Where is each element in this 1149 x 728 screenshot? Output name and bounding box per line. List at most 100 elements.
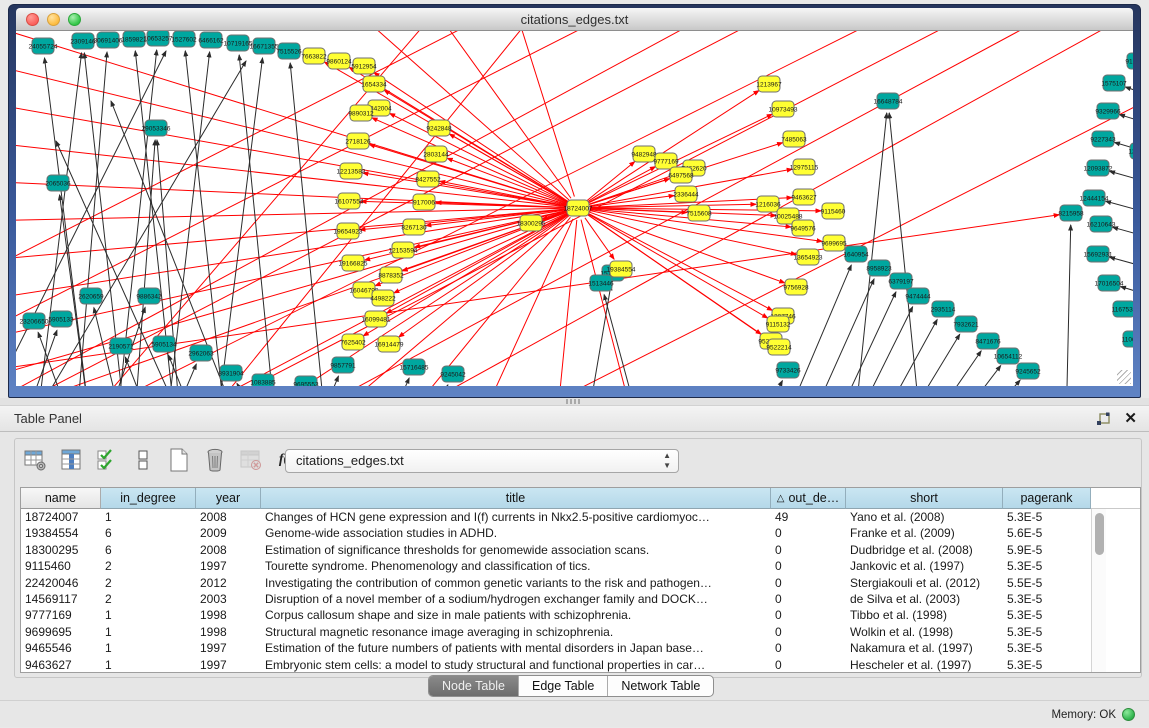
graph-node[interactable]: 1167531 [1112, 301, 1133, 317]
table-cell-year[interactable]: 1997 [196, 640, 261, 656]
graph-node[interactable]: 19384554 [607, 261, 636, 277]
graph-edge[interactable] [386, 378, 409, 386]
table-cell-year[interactable]: 1997 [196, 657, 261, 673]
graph-node[interactable]: 9463627 [791, 189, 817, 205]
graph-edge[interactable] [16, 31, 616, 331]
table-cell-pagerank[interactable]: 5.3E-5 [1003, 591, 1091, 607]
table-row[interactable]: 2242004622012Investigating the contribut… [21, 575, 1140, 591]
table-cell-pagerank[interactable]: 5.6E-5 [1003, 525, 1091, 541]
graph-node[interactable]: 29053346 [142, 120, 171, 136]
tab-network-table[interactable]: Network Table [608, 676, 713, 696]
table-cell-pagerank[interactable]: 5.3E-5 [1003, 558, 1091, 574]
graph-edge[interactable] [926, 351, 981, 386]
graph-edge[interactable] [21, 330, 57, 386]
graph-node[interactable]: 8878352 [378, 267, 404, 283]
graph-node[interactable]: 2190571 [108, 338, 134, 354]
table-cell-title[interactable]: Structural magnetic resonance image aver… [261, 624, 771, 640]
network-graph[interactable]: 1872400724055724230914630691406185982110… [16, 31, 1133, 386]
create-column-button[interactable] [166, 447, 192, 473]
table-cell-out_de[interactable]: 0 [771, 575, 846, 591]
column-header-name[interactable]: name [21, 488, 101, 509]
graph-node[interactable]: 9649576 [790, 220, 816, 236]
table-cell-pagerank[interactable]: 5.3E-5 [1003, 657, 1091, 673]
table-cell-short[interactable]: Dudbridge et al. (2008) [846, 542, 1003, 558]
graph-node[interactable]: 9756928 [783, 279, 809, 295]
graph-node[interactable]: 16210643 [1087, 216, 1116, 232]
graph-edge[interactable] [556, 220, 577, 386]
split-pane-divider[interactable] [0, 398, 1149, 405]
graph-node[interactable]: 9860124 [326, 53, 352, 69]
table-cell-title[interactable]: Estimation of the future numbers of pati… [261, 640, 771, 656]
graph-edge[interactable] [426, 385, 448, 386]
network-canvas[interactable]: 1872400724055724230914630691406185982110… [16, 31, 1133, 386]
graph-edge[interactable] [16, 210, 566, 301]
graph-node[interactable]: 18300295 [517, 215, 546, 231]
graph-node[interactable]: 4498222 [370, 290, 396, 306]
table-cell-name[interactable]: 19384554 [21, 525, 101, 541]
table-cell-short[interactable]: Franke et al. (2009) [846, 525, 1003, 541]
graph-node[interactable]: 1575107 [1101, 75, 1127, 91]
graph-node[interactable]: 2718126 [345, 133, 371, 149]
graph-node[interactable]: 9115132 [766, 316, 791, 332]
graph-edge[interactable] [1110, 257, 1133, 272]
graph-node[interactable]: 12975115 [790, 159, 819, 175]
graph-node[interactable]: 1210354 [1128, 143, 1133, 159]
graph-node[interactable]: 917006 [413, 194, 435, 210]
graph-node[interactable]: 9177314 [1125, 53, 1133, 69]
graph-node[interactable]: 2803144 [423, 146, 449, 162]
table-cell-year[interactable]: 2008 [196, 509, 261, 525]
graph-edge[interactable] [1106, 201, 1133, 216]
select-rows-button[interactable] [94, 447, 120, 473]
table-cell-name[interactable]: 22420046 [21, 575, 101, 591]
graph-node[interactable]: 7515526 [276, 43, 302, 59]
column-header-out_de[interactable]: △out_de… [771, 488, 846, 509]
table-cell-title[interactable]: Corpus callosum shape and size in male p… [261, 607, 771, 623]
graph-node[interactable]: 1216036 [755, 196, 781, 212]
graph-node[interactable]: 8267130 [401, 219, 427, 235]
graph-node[interactable]: 16671355 [250, 38, 279, 54]
table-cell-title[interactable]: Disruption of a novel member of a sodium… [261, 591, 771, 607]
graph-edge[interactable] [384, 90, 567, 202]
graph-edge[interactable] [951, 366, 1001, 386]
graph-node[interactable]: 9474444 [905, 288, 931, 304]
table-cell-year[interactable]: 1998 [196, 624, 261, 640]
table-cell-out_de[interactable]: 0 [771, 657, 846, 673]
graph-node[interactable]: 2065036 [45, 175, 71, 191]
delete-column-button[interactable] [202, 447, 228, 473]
table-cell-year[interactable]: 2012 [196, 575, 261, 591]
graph-edge[interactable] [756, 381, 782, 386]
graph-node[interactable]: 15716485 [400, 359, 429, 375]
graph-node[interactable]: 1083885 [250, 374, 276, 386]
table-cell-out_de[interactable]: 0 [771, 542, 846, 558]
table-row[interactable]: 1456911722003Disruption of a novel membe… [21, 591, 1140, 607]
graph-node[interactable]: 16648784 [874, 93, 903, 109]
graph-node[interactable]: 12153594 [389, 242, 418, 258]
table-cell-title[interactable]: Embryonic stem cells: a model to study s… [261, 657, 771, 673]
graph-node[interactable]: 1527602 [171, 31, 197, 47]
graph-node[interactable]: 8427552 [415, 171, 441, 187]
table-row[interactable]: 946554611997Estimation of the future num… [21, 640, 1140, 656]
graph-edge[interactable] [1113, 227, 1133, 242]
zoom-window-button[interactable] [68, 13, 81, 26]
graph-edge[interactable] [901, 334, 960, 386]
table-cell-name[interactable]: 9115460 [21, 558, 101, 574]
table-cell-year[interactable]: 2003 [196, 591, 261, 607]
graph-edge[interactable] [125, 357, 154, 386]
column-header-pagerank[interactable]: pagerank [1003, 488, 1091, 509]
graph-node[interactable]: 9522214 [766, 339, 792, 355]
network-window[interactable]: citations_edges.txt 18724007240557242309… [8, 4, 1141, 398]
graph-edge[interactable] [84, 53, 126, 386]
table-scrollbar[interactable] [1091, 509, 1106, 672]
table-cell-in_degree[interactable]: 1 [101, 607, 196, 623]
graph-edge[interactable] [1120, 287, 1133, 301]
graph-node[interactable]: 8931904 [218, 365, 244, 381]
graph-node[interactable]: 7485063 [781, 131, 807, 147]
graph-edge[interactable] [586, 285, 611, 386]
table-cell-out_de[interactable]: 0 [771, 591, 846, 607]
graph-node[interactable]: 13654923 [794, 249, 823, 265]
column-header-title[interactable]: title [261, 488, 771, 509]
graph-node[interactable]: 5905133 [48, 311, 74, 327]
graph-node[interactable]: 10654112 [994, 348, 1023, 364]
graph-node[interactable]: 30691406 [94, 32, 123, 48]
table-cell-short[interactable]: Hescheler et al. (1997) [846, 657, 1003, 673]
